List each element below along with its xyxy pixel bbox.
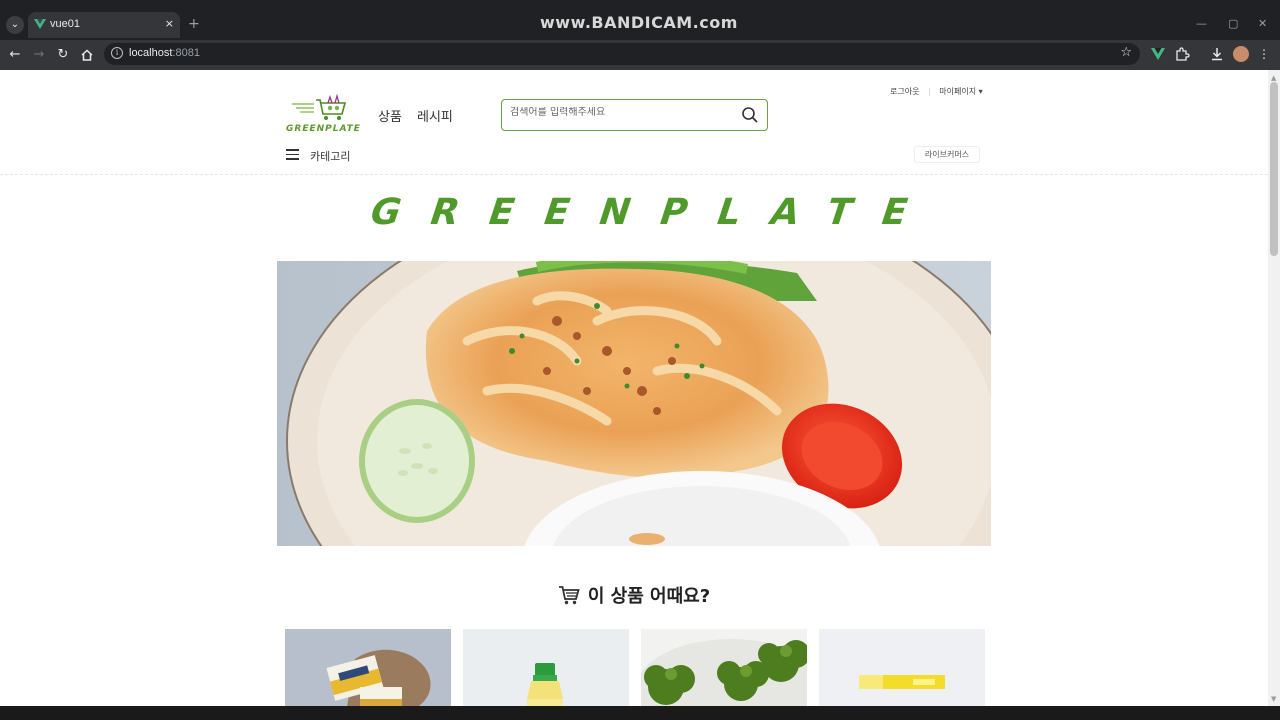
greenplate-brand-banner: GREENPLATE: [364, 191, 914, 230]
minimize-icon[interactable]: —: [1196, 17, 1207, 30]
site-info-icon[interactable]: i: [111, 47, 123, 59]
logout-link[interactable]: 로그아웃: [890, 86, 919, 97]
recommend-section-label: 이 상품 어때요?: [587, 586, 711, 607]
vue-favicon-icon: [34, 19, 46, 29]
product-card-cheese[interactable]: [285, 629, 451, 706]
logo-wordmark: GREENPLATE: [286, 124, 361, 134]
screen-bottom-bar: [0, 706, 1280, 720]
reload-icon[interactable]: ↻: [54, 46, 72, 64]
browser-tab[interactable]: vue01 ×: [28, 12, 180, 38]
home-icon[interactable]: [78, 46, 96, 64]
new-tab-button[interactable]: +: [188, 16, 200, 32]
tab-close-icon[interactable]: ×: [165, 17, 174, 30]
profile-avatar-icon[interactable]: [1233, 46, 1249, 62]
back-icon[interactable]: ←: [6, 46, 24, 64]
tab-search-button[interactable]: ⌄: [6, 16, 24, 34]
vue-devtools-extension-icon[interactable]: [1150, 46, 1166, 62]
mypage-dropdown[interactable]: 마이페이지 ▾: [939, 86, 982, 97]
logo-cart-icon: [292, 93, 347, 120]
brand-word-group: GREENPLATE: [364, 191, 914, 230]
scrollbar-thumb[interactable]: [1270, 82, 1278, 256]
nav-products[interactable]: 상품: [378, 106, 402, 125]
web-page: 로그아웃 | 마이페이지 ▾ GREENPLATE 상품 레시피 카테고리 라이…: [0, 70, 1268, 706]
download-icon[interactable]: [1209, 46, 1225, 62]
live-commerce-button[interactable]: 라이브커머스: [914, 146, 980, 163]
product-card-sauce[interactable]: [463, 629, 629, 706]
browser-chrome: ⌄ vue01 × + www.BANDICAM.com — ▢ ✕ ← → ↻…: [0, 0, 1280, 70]
tab-title: vue01: [50, 18, 80, 30]
recommend-section-title: 이 상품 어때요?: [0, 582, 1268, 608]
address-bar[interactable]: i localhost:8081 ☆: [104, 43, 1140, 65]
browser-menu-icon[interactable]: ⋮: [1256, 46, 1272, 62]
brand-word: GREENPLATE: [364, 191, 914, 230]
nav-recipes[interactable]: 레시피: [417, 106, 453, 125]
recording-watermark: www.BANDICAM.com: [540, 13, 738, 32]
maximize-icon[interactable]: ▢: [1228, 17, 1238, 30]
header-divider: [0, 174, 1268, 175]
utility-links: 로그아웃 | 마이페이지 ▾: [890, 86, 983, 97]
shopping-cart-icon: [558, 586, 580, 605]
utility-separator: |: [928, 87, 931, 96]
hamburger-icon[interactable]: [286, 149, 299, 161]
product-card-stick-pack[interactable]: [819, 629, 985, 706]
scroll-down-arrow-icon[interactable]: ▼: [1271, 695, 1276, 703]
category-label[interactable]: 카테고리: [310, 148, 350, 164]
product-card-broccoli[interactable]: [641, 629, 807, 706]
tab-strip: ⌄ vue01 × + www.BANDICAM.com — ▢ ✕: [0, 12, 1280, 38]
forward-icon[interactable]: →: [30, 46, 48, 64]
scroll-up-arrow-icon[interactable]: ▲: [1271, 74, 1276, 82]
extensions-puzzle-icon[interactable]: [1174, 46, 1190, 62]
greenplate-logo[interactable]: GREENPLATE: [286, 93, 366, 136]
search-icon[interactable]: [741, 106, 759, 124]
search-input[interactable]: [510, 107, 730, 118]
bookmark-star-icon[interactable]: ☆: [1120, 45, 1132, 60]
close-window-icon[interactable]: ✕: [1258, 17, 1267, 30]
hero-food-image: [277, 261, 991, 546]
url-text: localhost:8081: [129, 47, 200, 59]
search-bar: [501, 99, 768, 131]
page-scrollbar[interactable]: ▲ ▼: [1268, 70, 1280, 706]
browser-toolbar: ← → ↻ i localhost:8081 ☆ ⋮: [0, 40, 1280, 70]
